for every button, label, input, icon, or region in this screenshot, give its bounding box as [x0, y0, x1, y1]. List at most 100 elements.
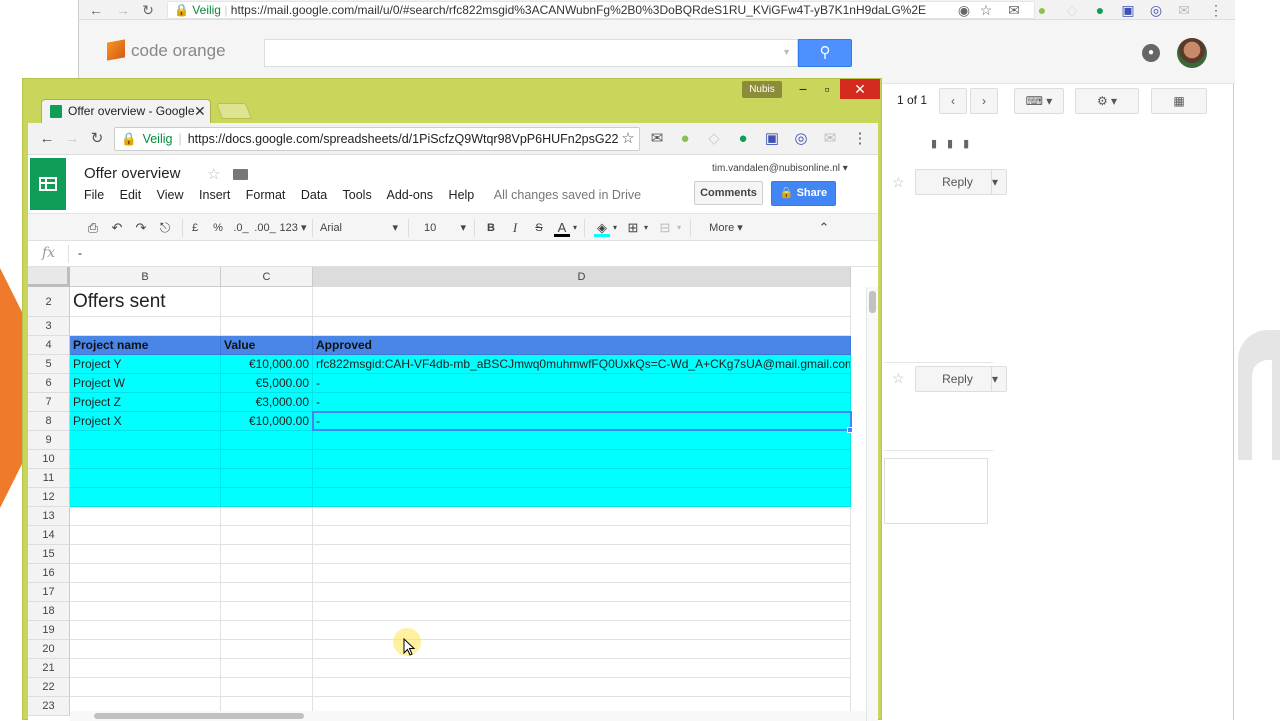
row-header[interactable]: 3	[28, 317, 70, 336]
chevron-down-icon[interactable]: ▾	[992, 372, 998, 386]
menu-addons[interactable]: Add-ons	[387, 188, 434, 202]
cell[interactable]	[70, 678, 221, 697]
cell[interactable]	[70, 469, 221, 488]
increase-decimals-button[interactable]: .00_	[254, 218, 276, 238]
more-button[interactable]: More ▾	[704, 218, 748, 238]
row-header[interactable]: 5	[28, 355, 70, 374]
vertical-scroll-thumb[interactable]	[869, 291, 876, 313]
minimize-button[interactable]: −	[790, 79, 816, 99]
row-header[interactable]: 2	[28, 287, 70, 317]
chevron-down-icon[interactable]: ▾	[571, 218, 579, 238]
message-actions[interactable]: ▮▮▮	[931, 137, 979, 150]
row-header[interactable]: 13	[28, 507, 70, 526]
cell[interactable]	[70, 659, 221, 678]
back-icon[interactable]: ←	[87, 1, 105, 19]
row-header[interactable]: 16	[28, 564, 70, 583]
mail-icon[interactable]: ✉	[1005, 1, 1023, 19]
menu-icon[interactable]: ⋮	[1207, 1, 1225, 19]
sheet-title-cell[interactable]: Offers sent	[70, 287, 221, 317]
column-header-c[interactable]: C	[221, 267, 313, 287]
cell[interactable]	[313, 678, 851, 697]
more-formats-button[interactable]: 123 ▾	[278, 218, 308, 238]
row-header[interactable]: 21	[28, 659, 70, 678]
screenshot-icon[interactable]: ▣	[1119, 1, 1137, 19]
cell[interactable]	[313, 431, 851, 450]
chevron-down-icon[interactable]: ▾	[992, 175, 998, 189]
save-status[interactable]: All changes saved in Drive	[494, 188, 641, 202]
cell[interactable]	[70, 317, 221, 336]
cell[interactable]	[221, 621, 313, 640]
horizontal-scroll-thumb[interactable]	[94, 713, 304, 719]
cell[interactable]	[221, 526, 313, 545]
star-icon[interactable]: ☆	[892, 174, 905, 191]
print-icon[interactable]: ⎙	[84, 218, 102, 238]
gmail-search-button[interactable]: ⚲	[798, 39, 852, 67]
comments-button[interactable]: Comments	[694, 181, 763, 205]
cell[interactable]	[313, 583, 851, 602]
shield-icon[interactable]: ◇	[1063, 1, 1081, 19]
cell[interactable]	[70, 431, 221, 450]
row-header[interactable]: 6	[28, 374, 70, 393]
cell[interactable]: -	[313, 374, 851, 393]
row-header[interactable]: 11	[28, 469, 70, 488]
menu-view[interactable]: View	[157, 188, 184, 202]
font-size-select[interactable]: 10 ▾	[424, 218, 466, 238]
cell[interactable]	[221, 640, 313, 659]
chevron-down-icon[interactable]: ▾	[675, 218, 683, 238]
italic-button[interactable]: I	[508, 218, 522, 238]
forward-icon[interactable]: →	[114, 1, 132, 19]
column-header-b[interactable]: B	[70, 267, 221, 287]
android-icon[interactable]: ●	[1033, 1, 1051, 19]
chevron-down-icon[interactable]: ▾	[611, 218, 619, 238]
cell[interactable]	[313, 545, 851, 564]
cell[interactable]	[70, 526, 221, 545]
header-cell-project[interactable]: Project name	[70, 336, 221, 355]
gmail-search-input[interactable]: ▼	[264, 39, 798, 67]
cell[interactable]	[313, 287, 851, 317]
settings-button[interactable]: ⚙ ▾	[1075, 88, 1139, 114]
row-header[interactable]: 9	[28, 431, 70, 450]
forward-icon[interactable]: →	[63, 130, 81, 148]
column-header-d[interactable]: D	[313, 267, 851, 287]
menu-icon[interactable]: ⋮	[851, 130, 869, 148]
evernote-icon[interactable]: ●	[734, 130, 752, 148]
cell[interactable]: Project W	[70, 374, 221, 393]
menu-edit[interactable]: Edit	[120, 188, 142, 202]
row-header[interactable]: 18	[28, 602, 70, 621]
cell[interactable]: Project Z	[70, 393, 221, 412]
font-select[interactable]: Arial ▾	[320, 218, 398, 238]
decrease-decimals-button[interactable]: .0_	[232, 218, 250, 238]
row-header[interactable]: 12	[28, 488, 70, 507]
row-header[interactable]: 15	[28, 545, 70, 564]
cell[interactable]	[221, 659, 313, 678]
extension-icon[interactable]: ◎	[1147, 1, 1165, 19]
row-header[interactable]: 23	[28, 697, 70, 716]
folder-icon[interactable]	[233, 169, 248, 180]
mail-icon[interactable]: ✉	[648, 130, 666, 148]
paint-format-icon[interactable]: ⎋	[156, 218, 174, 238]
chevron-down-icon[interactable]: ▾	[642, 218, 650, 238]
fill-handle[interactable]	[847, 427, 853, 433]
cell[interactable]	[221, 545, 313, 564]
reload-icon[interactable]: ↻	[139, 1, 157, 19]
header-cell-value[interactable]: Value	[221, 336, 313, 355]
maximize-button[interactable]: ▫	[814, 79, 840, 99]
prev-page-button[interactable]: ‹	[939, 88, 967, 114]
cell[interactable]	[313, 469, 851, 488]
gmail-url-field[interactable]: 🔒 Veilig | https://mail.google.com/mail/…	[167, 1, 1035, 19]
cell[interactable]: €10,000.00	[221, 355, 313, 374]
cell[interactable]: €3,000.00	[221, 393, 313, 412]
android-icon[interactable]: ●	[676, 130, 694, 148]
cell[interactable]	[221, 317, 313, 336]
collapse-toolbar-icon[interactable]: ⌃	[816, 218, 832, 238]
row-header[interactable]: 4	[28, 336, 70, 355]
reload-icon[interactable]: ↻	[88, 130, 106, 148]
cell[interactable]	[70, 564, 221, 583]
cell[interactable]	[70, 545, 221, 564]
back-icon[interactable]: ←	[38, 130, 56, 148]
redo-icon[interactable]: ↷	[132, 218, 150, 238]
menu-tools[interactable]: Tools	[343, 188, 372, 202]
cell[interactable]	[70, 621, 221, 640]
reply-button[interactable]: Reply ▾	[915, 366, 1007, 392]
star-icon[interactable]: ☆	[619, 130, 637, 148]
